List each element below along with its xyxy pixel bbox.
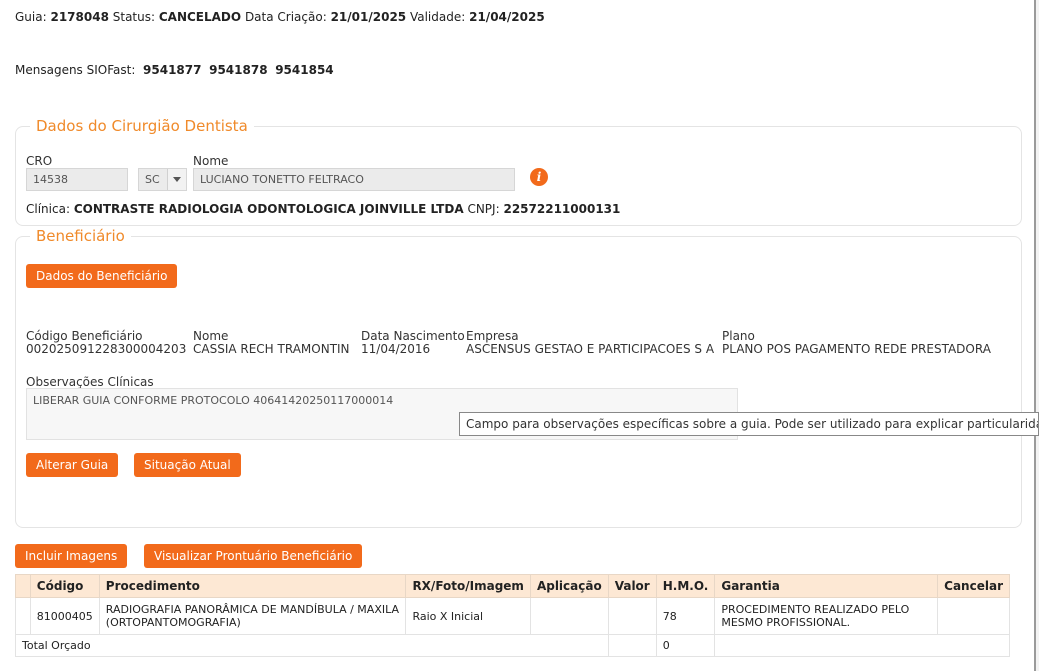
header-aplicacao: Aplicação — [529, 574, 609, 598]
guia-number: 2178048 — [50, 10, 109, 24]
header-garantia: Garantia — [714, 574, 939, 598]
nome-dentista-input[interactable]: LUCIANO TONETTO FELTRACO — [193, 168, 515, 191]
info-icon[interactable]: i — [530, 168, 548, 186]
header-valor: Valor — [607, 574, 657, 598]
beneficiario-legend: Beneficiário — [30, 227, 131, 245]
criacao-label: Data Criação: — [244, 10, 327, 24]
total-valor — [607, 634, 657, 657]
procedimentos-table: Código Procedimento RX/Foto/Imagem Aplic… — [15, 574, 1010, 657]
situacao-atual-button[interactable]: Situação Atual — [134, 453, 241, 477]
mensagem-3: 9541854 — [275, 63, 334, 77]
cro-input[interactable]: 14538 — [26, 168, 128, 191]
header-cancelar: Cancelar — [937, 574, 1010, 598]
codigo-beneficiario-value: 00202509122830000420​3 — [26, 342, 187, 356]
nome-beneficiario-label: Nome — [193, 329, 229, 343]
cnpj-value: 22572211000131 — [503, 202, 621, 216]
total-hmo: 0 — [655, 634, 716, 657]
chevron-down-icon[interactable] — [167, 169, 186, 190]
table-header-row: Código Procedimento RX/Foto/Imagem Aplic… — [15, 574, 1010, 598]
status-value: CANCELADO — [158, 10, 242, 24]
row-garantia: PROCEDIMENTO REALIZADO PELO MESMO PROFIS… — [714, 597, 939, 635]
nascimento-label: Data Nascimento — [361, 329, 465, 343]
row-aplicacao — [529, 597, 609, 635]
visualizar-prontuario-button[interactable]: Visualizar Prontuário Beneficiário — [144, 544, 363, 568]
nascimento-value: 11/04/2016 — [361, 342, 431, 356]
alterar-guia-button[interactable]: Alterar Guia — [26, 453, 119, 477]
plano-label: Plano — [722, 329, 755, 343]
row-procedimento: RADIOGRAFIA PANORÂMICA DE MANDÍBULA / MA… — [98, 597, 407, 635]
row-cancelar[interactable] — [937, 597, 1010, 635]
header-hmo: H.M.O. — [655, 574, 716, 598]
dados-beneficiario-button[interactable]: Dados do Beneficiário — [26, 264, 178, 288]
header-codigo: Código — [29, 574, 100, 598]
mensagens-line: Mensagens SIOFast: 9541877 9541878 95418… — [15, 63, 334, 77]
row-valor — [607, 597, 657, 635]
mensagens-label: Mensagens SIOFast: — [15, 63, 136, 77]
guia-label: Guia: — [15, 10, 47, 24]
observacoes-label: Observações Clínicas — [26, 375, 154, 389]
row-codigo: 81000405 — [29, 597, 100, 635]
cro-label: CRO — [26, 154, 53, 168]
plano-value: PLANO POS PAGAMENTO REDE PRESTADORA — [722, 342, 991, 356]
status-label: Status: — [112, 10, 156, 24]
nome-beneficiario-value: CASSIA RECH TRAMONTIN — [193, 342, 350, 356]
validade-label: Validade: — [409, 10, 466, 24]
mensagem-2: 9541878 — [209, 63, 268, 77]
observacoes-tooltip: Campo para observações específicas sobre… — [459, 412, 1039, 436]
uf-select[interactable]: SC — [138, 168, 187, 191]
header-rx: RX/Foto/Imagem — [405, 574, 531, 598]
table-row: 81000405 RADIOGRAFIA PANORÂMICA DE MANDÍ… — [15, 597, 1010, 635]
clinica-line: Clínica: CONTRASTE RADIOLOGIA ODONTOLOGI… — [26, 202, 620, 216]
row-rx: Raio X Inicial — [405, 597, 531, 635]
clinica-label: Clínica: — [26, 202, 70, 216]
validade-value: 21/04/2025 — [469, 10, 545, 24]
mensagem-1: 9541877 — [143, 63, 202, 77]
clinica-value: CONTRASTE RADIOLOGIA ODONTOLOGICA JOINVI… — [73, 202, 464, 216]
row-blank — [15, 597, 31, 635]
criacao-value: 21/01/2025 — [330, 10, 407, 24]
header-procedimento: Procedimento — [98, 574, 407, 598]
total-label: Total Orçado — [15, 634, 609, 657]
nome-dentista-label: Nome — [193, 154, 229, 168]
header-blank — [15, 574, 31, 598]
total-row: Total Orçado 0 — [15, 634, 1010, 657]
dentista-legend: Dados do Cirurgião Dentista — [30, 117, 254, 135]
cnpj-label: CNPJ: — [467, 202, 500, 216]
row-hmo: 78 — [655, 597, 716, 635]
codigo-beneficiario-label: Código Beneficiário — [26, 329, 143, 343]
uf-value: SC — [145, 173, 160, 186]
empresa-label: Empresa — [466, 329, 519, 343]
incluir-imagens-button[interactable]: Incluir Imagens — [15, 544, 128, 568]
empresa-value: ASCENSUS GESTAO E PARTICIPACOES S A — [466, 342, 715, 356]
total-blank — [714, 634, 1010, 657]
guia-info-line: Guia: 2178048 Status: CANCELADO Data Cri… — [15, 10, 545, 24]
